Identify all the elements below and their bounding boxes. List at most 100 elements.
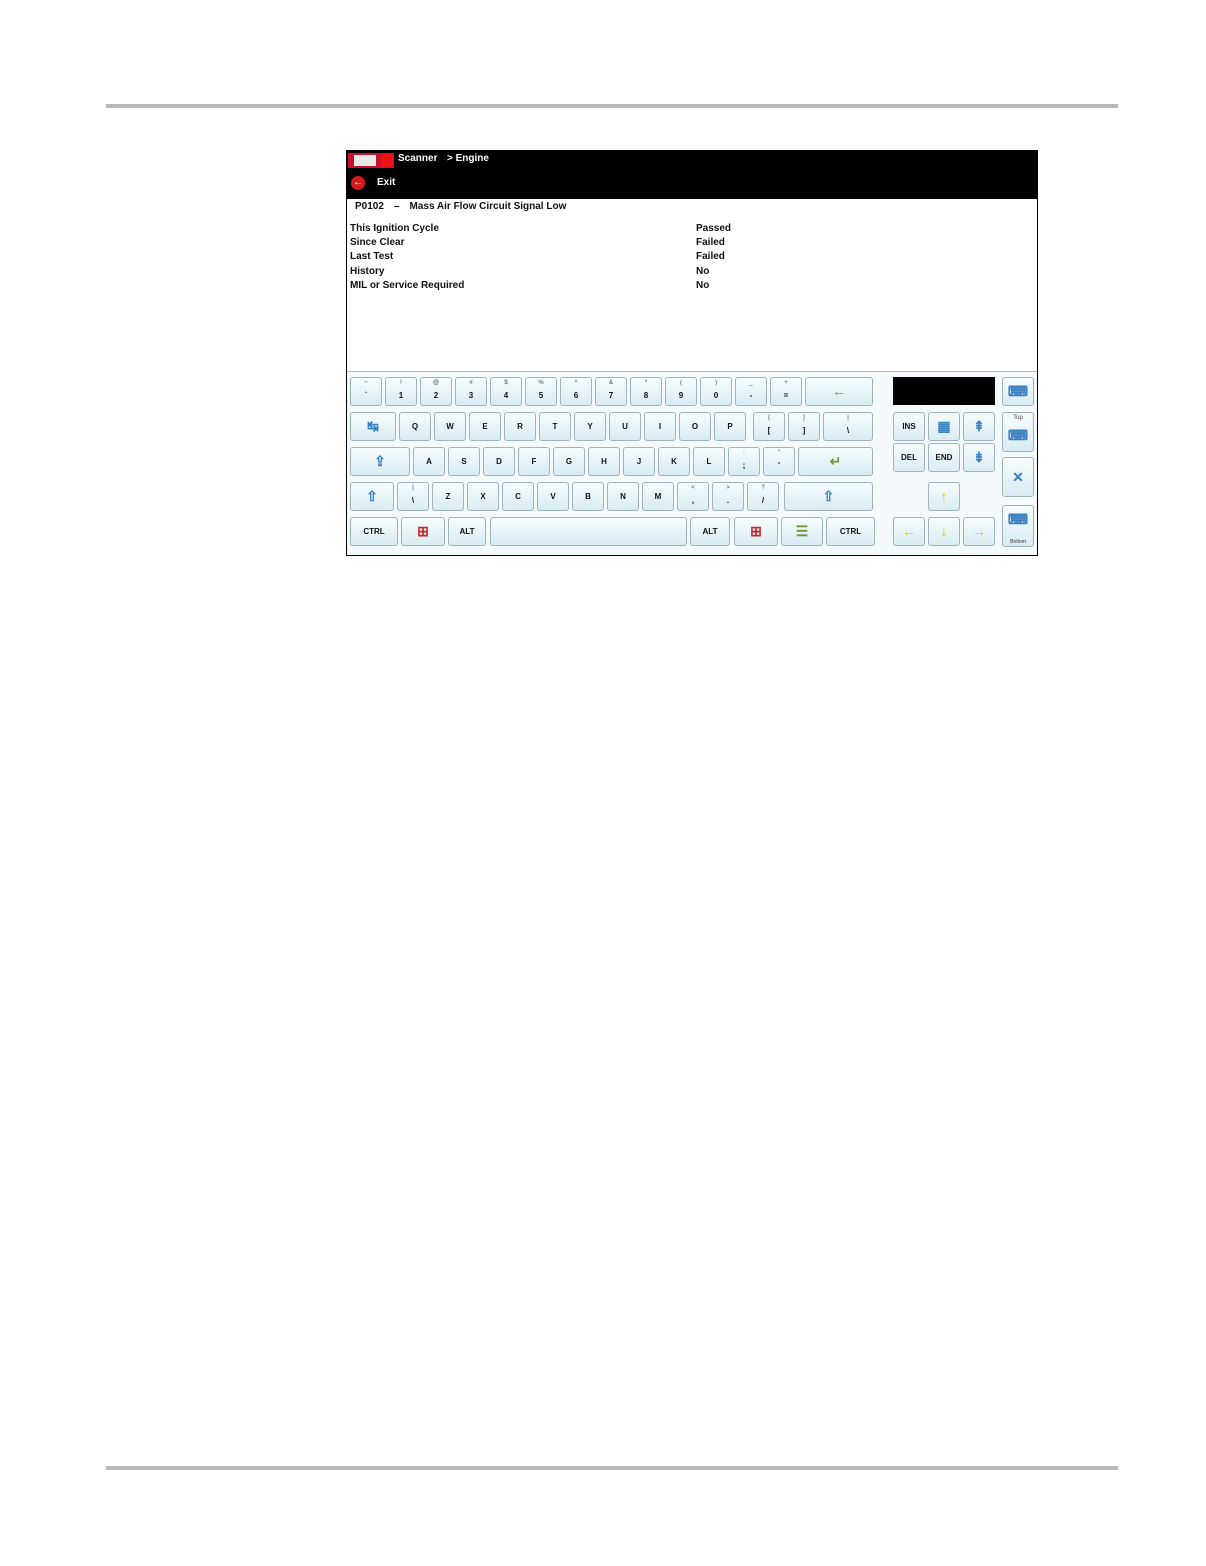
- key-e[interactable]: E: [469, 412, 501, 441]
- key-label: END: [935, 453, 953, 462]
- key-j[interactable]: J: [623, 447, 655, 476]
- keyboard-bottom-button[interactable]: ⌨ Bottom: [1002, 505, 1034, 547]
- key-equals[interactable]: + =: [770, 377, 802, 406]
- key-page-down[interactable]: ⇟: [963, 443, 995, 472]
- status-value: Failed: [696, 251, 725, 263]
- key-left-ctrl[interactable]: CTRL: [350, 517, 398, 546]
- key-i[interactable]: I: [644, 412, 676, 441]
- key-a[interactable]: A: [413, 447, 445, 476]
- key-0[interactable]: ) 0: [700, 377, 732, 406]
- key-right-windows[interactable]: ⊞: [734, 517, 778, 546]
- key-right-shift[interactable]: ⇧: [784, 482, 873, 511]
- key-left-alt[interactable]: ALT: [448, 517, 486, 546]
- key-arrow-up[interactable]: ↑: [928, 482, 960, 511]
- key-tab[interactable]: ↹: [350, 412, 396, 441]
- breadcrumb-engine[interactable]: > Engine: [447, 153, 489, 164]
- key-w[interactable]: W: [434, 412, 466, 441]
- key-p[interactable]: P: [714, 412, 746, 441]
- key-backslash[interactable]: | \: [823, 412, 873, 441]
- key-g[interactable]: G: [553, 447, 585, 476]
- key-arrow-right[interactable]: →: [963, 517, 995, 546]
- key-x[interactable]: X: [467, 482, 499, 511]
- key-quote[interactable]: " ': [763, 447, 795, 476]
- key-5[interactable]: % 5: [525, 377, 557, 406]
- key-backtick[interactable]: ~ `: [350, 377, 382, 406]
- key-slash[interactable]: ? /: [747, 482, 779, 511]
- key-o[interactable]: O: [679, 412, 711, 441]
- key-arrow-left[interactable]: ←: [893, 517, 925, 546]
- key-9[interactable]: (9: [665, 377, 697, 406]
- keyboard-display: [893, 377, 995, 405]
- status-label: Since Clear: [350, 237, 405, 249]
- key-2[interactable]: @2: [420, 377, 452, 406]
- key-1[interactable]: ! 1: [385, 377, 417, 406]
- key-shift-char: ^: [574, 380, 578, 386]
- key-t[interactable]: T: [539, 412, 571, 441]
- key-l[interactable]: L: [693, 447, 725, 476]
- key-char: U: [622, 422, 628, 431]
- exit-icon[interactable]: ←: [351, 176, 365, 190]
- key-right-ctrl[interactable]: CTRL: [826, 517, 875, 546]
- key-open-bracket[interactable]: {[: [753, 412, 785, 441]
- key-v[interactable]: V: [537, 482, 569, 511]
- enter-icon: ↵: [829, 453, 842, 469]
- breadcrumb-scanner[interactable]: Scanner: [398, 153, 437, 164]
- key-backspace[interactable]: ←: [805, 377, 873, 406]
- key-d[interactable]: D: [483, 447, 515, 476]
- key-shift-char: ": [777, 450, 781, 456]
- key-n[interactable]: N: [607, 482, 639, 511]
- key-comma[interactable]: <,: [677, 482, 709, 511]
- key-end[interactable]: END: [928, 443, 960, 472]
- key-shift-char: |: [412, 485, 414, 491]
- key-4[interactable]: $4: [490, 377, 522, 406]
- key-caps-lock[interactable]: ⇪: [350, 447, 410, 476]
- key-7[interactable]: & 7: [595, 377, 627, 406]
- key-char: W: [446, 422, 454, 431]
- brand-logo[interactable]: [348, 153, 394, 168]
- key-k[interactable]: K: [658, 447, 690, 476]
- key-backslash-2[interactable]: | \: [397, 482, 429, 511]
- key-b[interactable]: B: [572, 482, 604, 511]
- status-row: History No: [350, 266, 950, 280]
- key-minus[interactable]: _ -: [735, 377, 767, 406]
- key-shift-char: <: [691, 485, 695, 491]
- key-space[interactable]: [490, 517, 687, 546]
- key-delete[interactable]: DEL: [893, 443, 925, 472]
- key-6[interactable]: ^ 6: [560, 377, 592, 406]
- key-8[interactable]: * 8: [630, 377, 662, 406]
- keyboard-close-button[interactable]: ✕: [1002, 457, 1034, 497]
- key-left-windows[interactable]: ⊞: [401, 517, 445, 546]
- key-close-bracket[interactable]: }]: [788, 412, 820, 441]
- key-left-shift[interactable]: ⇧: [350, 482, 394, 511]
- home-icon: ▦: [937, 418, 951, 434]
- key-char: C: [515, 492, 521, 501]
- key-period[interactable]: >.: [712, 482, 744, 511]
- key-page-up[interactable]: ⇞: [963, 412, 995, 441]
- exit-button[interactable]: Exit: [377, 177, 395, 188]
- status-value: No: [696, 279, 710, 291]
- key-char: L: [706, 457, 712, 466]
- key-right-alt[interactable]: ALT: [690, 517, 730, 546]
- keyboard-top-button[interactable]: Top ⌨: [1002, 412, 1034, 452]
- key-m[interactable]: M: [642, 482, 674, 511]
- key-y[interactable]: Y: [574, 412, 606, 441]
- key-s[interactable]: S: [448, 447, 480, 476]
- key-menu[interactable]: ☰: [781, 517, 823, 546]
- keyboard-menu-button[interactable]: ⌨: [1002, 377, 1034, 406]
- key-arrow-down[interactable]: ↓: [928, 517, 960, 546]
- key-home[interactable]: ▦: [928, 412, 960, 441]
- key-q[interactable]: Q: [399, 412, 431, 441]
- key-insert[interactable]: INS: [893, 412, 925, 441]
- key-f[interactable]: F: [518, 447, 550, 476]
- key-3[interactable]: #3: [455, 377, 487, 406]
- key-z[interactable]: Z: [432, 482, 464, 511]
- key-char: K: [671, 457, 677, 466]
- key-char: F: [531, 457, 537, 466]
- key-r[interactable]: R: [504, 412, 536, 441]
- key-h[interactable]: H: [588, 447, 620, 476]
- key-enter[interactable]: ↵: [798, 447, 873, 476]
- key-semicolon[interactable]: :;: [728, 447, 760, 476]
- key-u[interactable]: U: [609, 412, 641, 441]
- status-value: Failed: [696, 237, 725, 249]
- key-c[interactable]: C: [502, 482, 534, 511]
